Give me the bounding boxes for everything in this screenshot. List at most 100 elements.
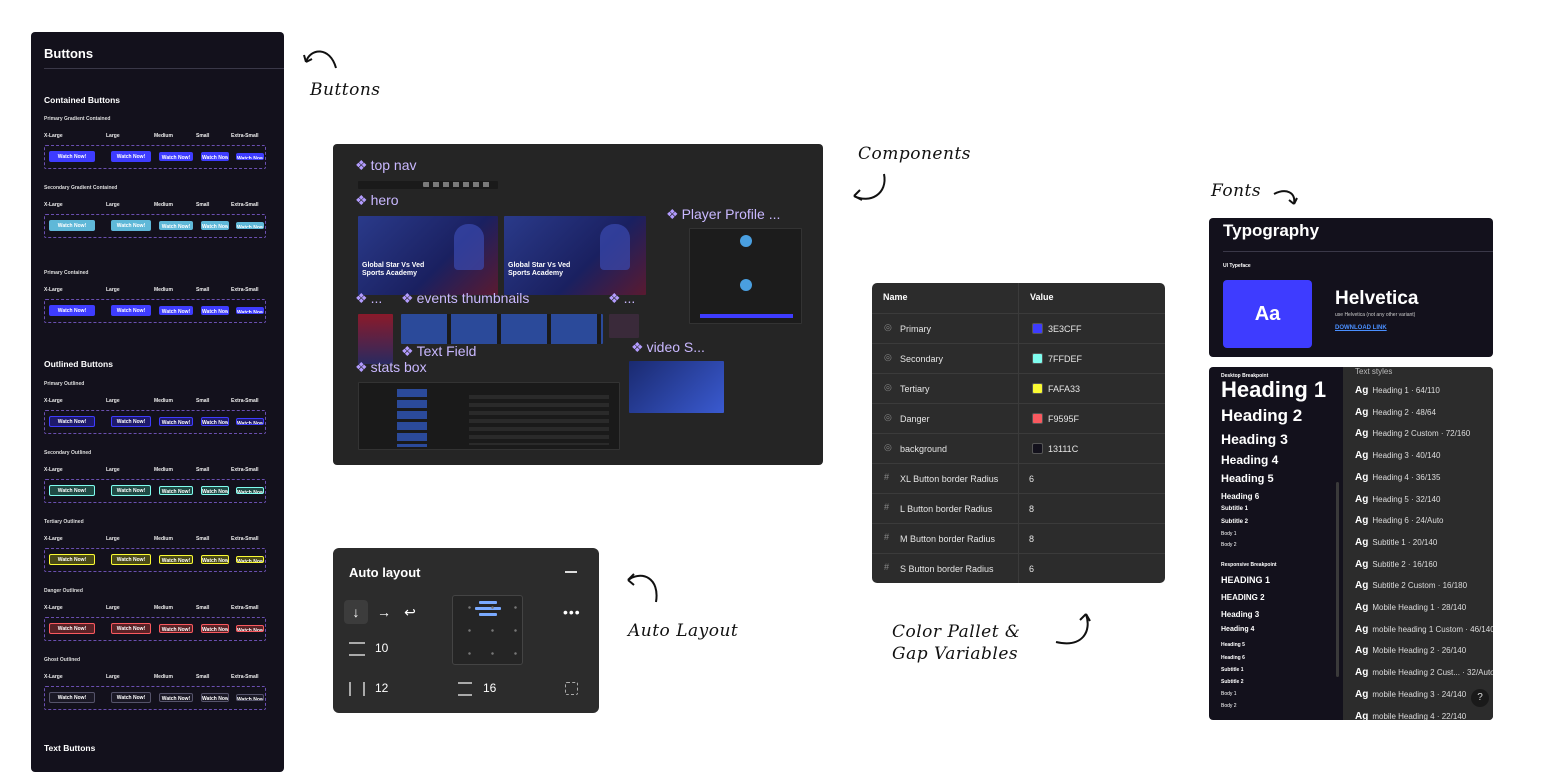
color-variable-row[interactable]: ◎ Primary 3E3CFF xyxy=(872,313,1165,343)
watch-now-button[interactable]: Watch Now! xyxy=(236,624,264,633)
text-style-item[interactable]: Ag Heading 5 · 32/140 xyxy=(1355,494,1440,505)
typography-card: Typography UI Typeface Aa Helvetica use … xyxy=(1209,218,1493,357)
color-variable-row[interactable]: ◎ Danger F9595F xyxy=(872,403,1165,433)
text-style-item[interactable]: Ag mobile Heading 4 · 22/140 xyxy=(1355,711,1466,721)
text-style-item[interactable]: Ag Subtitle 2 · 16/160 xyxy=(1355,559,1437,570)
alignment-grid[interactable] xyxy=(452,595,524,666)
text-style-item[interactable]: Ag mobile heading 1 Custom · 46/140 xyxy=(1355,624,1493,635)
watch-now-button[interactable]: Watch Now! xyxy=(236,306,264,315)
watch-now-button[interactable]: Watch Now! xyxy=(49,623,95,634)
watch-now-button[interactable]: Watch Now! xyxy=(159,623,193,634)
vertical-direction-icon[interactable]: ↓ xyxy=(344,600,368,624)
text-style-item[interactable]: Ag Mobile Heading 1 · 28/140 xyxy=(1355,602,1466,613)
watch-now-button[interactable]: Watch Now! xyxy=(236,693,264,702)
watch-now-button[interactable]: Watch Now! xyxy=(111,485,151,496)
watch-now-button[interactable]: Watch Now! xyxy=(159,416,193,427)
watch-now-button[interactable]: Watch Now! xyxy=(111,416,151,427)
watch-now-button[interactable]: Watch Now! xyxy=(159,485,193,496)
watch-now-button[interactable]: Watch Now! xyxy=(49,416,95,427)
scrollbar[interactable] xyxy=(1336,482,1339,677)
size-label: Small xyxy=(196,605,210,611)
watch-now-button[interactable]: Watch Now! xyxy=(49,151,95,162)
hero-preview-1[interactable]: Global Star Vs Ved Sports Academy xyxy=(358,216,498,295)
help-button[interactable]: ? xyxy=(1471,689,1489,707)
download-link[interactable]: DOWNLOAD LINK xyxy=(1335,325,1387,331)
watch-now-button[interactable]: Watch Now! xyxy=(111,692,151,703)
watch-now-button[interactable]: Watch Now! xyxy=(236,152,264,161)
watch-now-button[interactable]: Watch Now! xyxy=(49,554,95,565)
watch-now-button[interactable]: Watch Now! xyxy=(111,151,151,162)
text-style-icon: Ag xyxy=(1355,385,1369,396)
number-variable-row[interactable]: # XL Button border Radius 6 xyxy=(872,463,1165,493)
watch-now-button[interactable]: Watch Now! xyxy=(159,151,193,162)
size-labels: X-Large Large Medium Small Extra-Small xyxy=(44,536,274,544)
watch-now-button[interactable]: Watch Now! xyxy=(159,305,193,316)
text-style-item[interactable]: Ag Heading 3 · 40/140 xyxy=(1355,450,1440,461)
text-style-item[interactable]: Ag mobile Heading 3 · 24/140 xyxy=(1355,689,1466,700)
text-style-icon: Ag xyxy=(1355,536,1369,548)
watch-now-button[interactable]: Watch Now! xyxy=(236,417,264,426)
number-variable-row[interactable]: # M Button border Radius 8 xyxy=(872,523,1165,553)
text-style-item[interactable]: Ag Heading 1 · 64/110 xyxy=(1355,385,1440,396)
independent-padding-icon[interactable] xyxy=(565,682,578,695)
variable-value: 13111C xyxy=(1048,444,1079,454)
watch-now-button[interactable]: Watch Now! xyxy=(49,220,95,231)
watch-now-button[interactable]: Watch Now! xyxy=(201,417,229,426)
text-style-item[interactable]: Ag mobile Heading 2 Cust... · 32/Auto xyxy=(1355,667,1493,678)
watch-now-button[interactable]: Watch Now! xyxy=(111,623,151,634)
hero-preview-2[interactable]: Global Star Vs Ved Sports Academy xyxy=(504,216,646,295)
watch-now-button[interactable]: Watch Now! xyxy=(236,555,264,564)
size-label: Medium xyxy=(154,133,173,139)
wrap-icon[interactable]: ↩ xyxy=(401,600,419,624)
number-variable-row[interactable]: # S Button border Radius 6 xyxy=(872,553,1165,583)
watch-now-button[interactable]: Watch Now! xyxy=(201,221,229,230)
text-style-name: Heading 1 · 64/110 xyxy=(1372,386,1440,395)
event-thumbnail[interactable] xyxy=(358,314,393,364)
text-style-item[interactable]: Ag Heading 2 Custom · 72/160 xyxy=(1355,428,1470,439)
number-variable-row[interactable]: # L Button border Radius 8 xyxy=(872,493,1165,523)
watch-now-button[interactable]: Watch Now! xyxy=(201,624,229,633)
text-style-item[interactable]: Ag Heading 6 · 24/Auto xyxy=(1355,515,1444,526)
remove-auto-layout-icon[interactable] xyxy=(565,571,577,573)
watch-now-button[interactable]: Watch Now! xyxy=(201,152,229,161)
gap-value[interactable]: 10 xyxy=(375,641,388,655)
more-options-icon[interactable]: ••• xyxy=(563,604,581,620)
watch-now-button[interactable]: Watch Now! xyxy=(201,693,229,702)
text-style-item[interactable]: Ag Heading 4 · 36/135 xyxy=(1355,472,1440,483)
vertical-padding-icon xyxy=(458,682,472,696)
watch-now-button[interactable]: Watch Now! xyxy=(49,305,95,316)
text-style-item[interactable]: Ag Mobile Heading 2 · 26/140 xyxy=(1355,645,1466,656)
watch-now-button[interactable]: Watch Now! xyxy=(236,486,264,495)
player-profile-preview[interactable] xyxy=(689,228,802,324)
vertical-padding-value[interactable]: 16 xyxy=(483,681,496,695)
color-variable-row[interactable]: ◎ background 13111C xyxy=(872,433,1165,463)
text-style-icon: Ag xyxy=(1355,515,1369,527)
event-thumbnail[interactable] xyxy=(609,314,639,338)
watch-now-button[interactable]: Watch Now! xyxy=(201,306,229,315)
horizontal-padding-value[interactable]: 12 xyxy=(375,681,388,695)
watch-now-button[interactable]: Watch Now! xyxy=(159,692,193,703)
events-thumbnails-preview[interactable] xyxy=(401,314,603,344)
button-row: Watch Now! Watch Now! Watch Now! Watch Now!… xyxy=(44,686,266,710)
color-variable-row[interactable]: ◎ Tertiary FAFA33 xyxy=(872,373,1165,403)
watch-now-button[interactable]: Watch Now! xyxy=(159,220,193,231)
watch-now-button[interactable]: Watch Now! xyxy=(49,485,95,496)
watch-now-button[interactable]: Watch Now! xyxy=(111,305,151,316)
watch-now-button[interactable]: Watch Now! xyxy=(49,692,95,703)
watch-now-button[interactable]: Watch Now! xyxy=(201,486,229,495)
text-style-item[interactable]: Ag Subtitle 1 · 20/140 xyxy=(1355,537,1437,548)
typeface-sample: Aa xyxy=(1223,280,1312,348)
watch-now-button[interactable]: Watch Now! xyxy=(111,554,151,565)
video-preview[interactable] xyxy=(629,361,724,413)
watch-now-button[interactable]: Watch Now! xyxy=(201,555,229,564)
variable-name: XL Button border Radius xyxy=(900,474,999,484)
text-style-item[interactable]: Ag Subtitle 2 Custom · 16/180 xyxy=(1355,580,1467,591)
horizontal-direction-icon[interactable]: → xyxy=(375,600,393,624)
text-style-item[interactable]: Ag Heading 2 · 48/64 xyxy=(1355,407,1436,418)
watch-now-button[interactable]: Watch Now! xyxy=(159,554,193,565)
size-labels: X-Large Large Medium Small Extra-Small xyxy=(44,674,274,682)
color-variable-row[interactable]: ◎ Secondary 7FFDEF xyxy=(872,343,1165,373)
watch-now-button[interactable]: Watch Now! xyxy=(111,220,151,231)
watch-now-button[interactable]: Watch Now! xyxy=(236,221,264,230)
stats-box-preview[interactable] xyxy=(358,382,620,450)
